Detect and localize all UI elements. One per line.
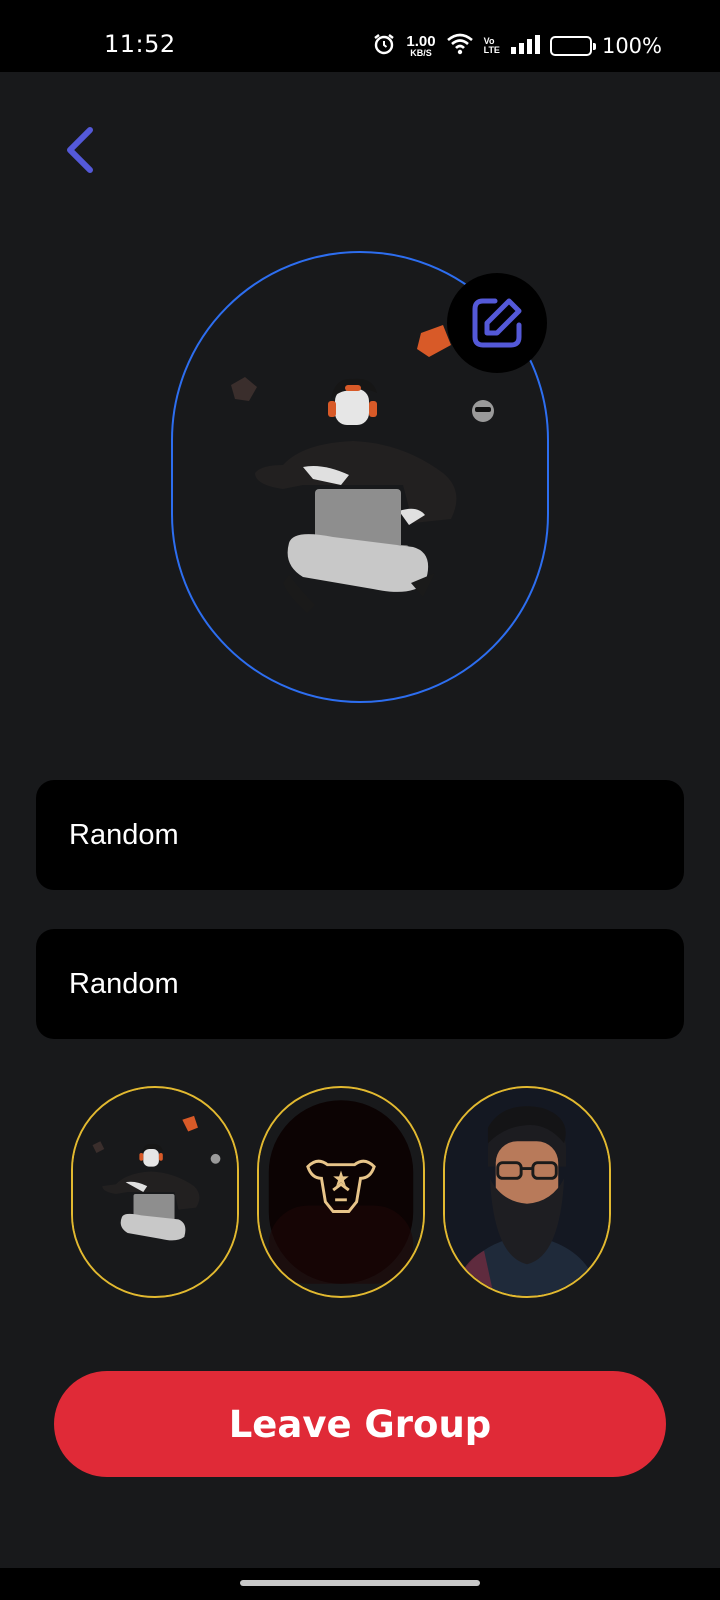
network-speed-value: 1.00 xyxy=(406,33,436,50)
avatar-option-bull-emblem[interactable] xyxy=(257,1086,425,1298)
group-name-input[interactable] xyxy=(36,780,684,890)
chevron-left-icon xyxy=(67,127,93,173)
signal-icon xyxy=(510,34,540,59)
avatar-option-bull-emblem-image xyxy=(259,1088,423,1296)
status-bar: 11:52 1.00 KB/S Vo LTE 100% xyxy=(0,0,720,72)
alarm-icon xyxy=(372,32,396,61)
network-speed-unit: KB/S xyxy=(410,48,432,58)
edit-avatar-button[interactable] xyxy=(447,273,547,373)
home-indicator[interactable] xyxy=(240,1580,480,1586)
battery-icon xyxy=(549,36,596,56)
volte-bottom: LTE xyxy=(483,45,500,55)
avatar-option-bearded-man[interactable] xyxy=(443,1086,611,1298)
avatar-option-3d-character[interactable] xyxy=(71,1086,239,1298)
group-description-input[interactable] xyxy=(36,929,684,1039)
volte-indicator: Vo LTE xyxy=(484,37,500,55)
battery-percent: 100% xyxy=(601,34,662,58)
wifi-icon xyxy=(446,33,474,60)
edit-icon xyxy=(472,298,522,348)
status-time: 11:52 xyxy=(104,30,176,58)
avatar-option-bearded-man-image xyxy=(445,1088,609,1296)
back-button[interactable] xyxy=(58,122,106,178)
leave-group-button[interactable]: Leave Group xyxy=(54,1371,666,1477)
status-icons: 1.00 KB/S Vo LTE 100% xyxy=(372,28,662,64)
network-speed: 1.00 KB/S xyxy=(406,34,435,58)
avatar-option-3d-character-image xyxy=(73,1088,237,1296)
